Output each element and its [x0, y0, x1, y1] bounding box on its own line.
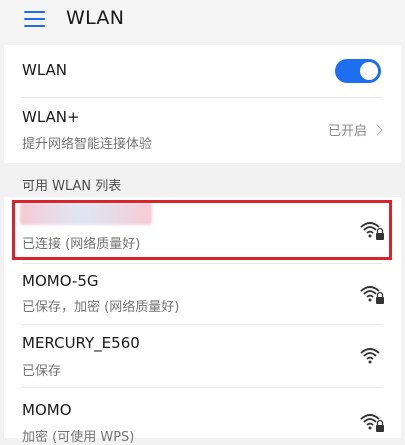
wifi-icon	[360, 348, 380, 364]
network-status: 加密 (可使用 WPS)	[22, 430, 135, 445]
network-list-header: 可用 WLAN 列表	[22, 179, 122, 194]
network-item-mercury[interactable]: MERCURY_E560 已保存	[4, 325, 401, 387]
wlan-plus-subtitle: 提升网络智能连接体验	[22, 137, 153, 152]
wlan-toggle-label: WLAN	[22, 61, 68, 79]
wlan-toggle-row[interactable]: WLAN	[4, 45, 401, 97]
switch-knob	[360, 62, 378, 80]
wlan-plus-label: WLAN+	[22, 108, 80, 126]
network-ssid: MOMO-5G	[22, 272, 99, 290]
settings-panel: WLAN WLAN+ 提升网络智能连接体验 已开启	[4, 45, 401, 163]
highlight-box	[12, 200, 392, 260]
wlan-plus-status: 已开启	[327, 120, 383, 139]
menu-icon[interactable]	[24, 11, 45, 27]
wifi-lock-icon	[360, 286, 384, 304]
network-status: 已保存	[22, 364, 62, 379]
chevron-right-icon	[371, 123, 383, 136]
network-status: 已保存，加密 (网络质量好)	[22, 300, 180, 315]
page-title: WLAN	[66, 7, 125, 29]
wlan-plus-status-text: 已开启	[327, 124, 367, 139]
network-item-momo[interactable]: MOMO 加密 (可使用 WPS)	[4, 388, 401, 445]
wifi-lock-icon	[360, 414, 384, 432]
network-item-momo-5g[interactable]: MOMO-5G 已保存，加密 (网络质量好)	[4, 264, 401, 324]
wlan-plus-row[interactable]: WLAN+ 提升网络智能连接体验 已开启	[4, 98, 401, 163]
network-ssid: MOMO	[22, 401, 72, 419]
app-bar: WLAN	[0, 0, 405, 42]
wlan-switch[interactable]	[335, 59, 381, 83]
network-ssid: MERCURY_E560	[22, 334, 140, 352]
